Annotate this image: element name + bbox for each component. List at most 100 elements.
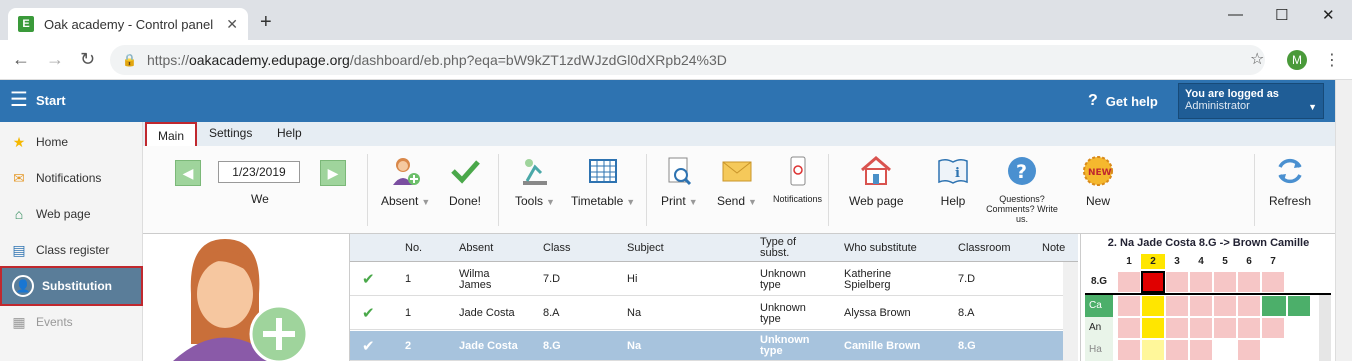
weekday-label: We [251,192,269,206]
maximize-icon[interactable]: ☐ [1275,6,1288,24]
new-button[interactable]: NEW New [1081,154,1115,208]
grid-cell[interactable] [1189,271,1213,293]
notifications-button[interactable]: Notifications [773,154,822,204]
previous-day-button[interactable]: ◀ [175,160,201,186]
date-field[interactable]: 1/23/2019 [218,161,300,183]
col-absent[interactable]: Absent [459,234,493,262]
print-label: Print [661,194,686,208]
grid-cell[interactable] [1261,317,1285,339]
browser-tab[interactable]: E Oak academy - Control panel ✕ [8,8,248,40]
sidebar-item-events[interactable]: ▦ Events [0,304,143,340]
lock-icon: 🔒 [122,53,137,67]
user-menu[interactable]: You are logged as Administrator ▼ [1178,83,1324,119]
web-page-button[interactable]: Web page [849,154,904,208]
grid-cell[interactable] [1237,271,1261,293]
grid-scrollbar[interactable] [1319,295,1331,361]
bookmark-star-icon[interactable]: ☆ [1250,49,1264,69]
grid-cell[interactable] [1165,339,1189,361]
grid-cell[interactable] [1189,295,1213,317]
minimize-icon[interactable]: — [1228,6,1243,23]
refresh-button[interactable]: Refresh [1269,154,1311,208]
grid-cell[interactable] [1165,317,1189,339]
tools-button[interactable]: Tools ▼ [515,154,555,208]
col-type[interactable]: Type of subst. [760,234,820,262]
grid-cell[interactable] [1237,339,1261,361]
col-who[interactable]: Who substitute [844,234,917,262]
grid-cell[interactable] [1213,295,1237,317]
grid-cell[interactable] [1189,339,1213,361]
grid-cell[interactable] [1189,317,1213,339]
cell-class: 7.D [543,273,561,285]
sidebar-item-label: Events [36,315,73,329]
grid-cell[interactable] [1237,317,1261,339]
sidebar-item-home[interactable]: ★ Home [0,124,143,160]
forward-icon[interactable]: → [46,50,64,68]
grid-cell[interactable] [1117,271,1141,293]
hamburger-menu-icon[interactable]: ☰ [10,90,28,110]
table-header: No. Absent Class Subject Type of subst. … [350,234,1078,262]
edupage-favicon-icon: E [18,16,34,32]
grid-cell[interactable] [1141,317,1165,339]
absent-button[interactable]: Absent ▼ [381,154,430,208]
new-tab-icon[interactable]: + [260,12,272,32]
reload-icon[interactable]: ↻ [80,50,95,68]
questions-button[interactable]: ? Questions? Comments? Write us. [986,154,1058,224]
page-scrollbar[interactable] [1335,80,1352,361]
browser-menu-icon[interactable]: ⋮ [1324,50,1340,70]
send-button[interactable]: Send ▼ [717,154,757,208]
tab-main[interactable]: Main [145,122,197,148]
sidebar-item-class-register[interactable]: ▤ Class register [0,232,143,268]
notifications-label: Notifications [773,194,823,204]
grid-cell[interactable] [1117,339,1141,361]
dropdown-arrow-icon: ▼ [626,197,636,207]
tab-help[interactable]: Help [277,126,302,140]
col-subject[interactable]: Subject [627,234,664,262]
grid-cell[interactable] [1261,295,1287,317]
period-number: 6 [1246,256,1252,267]
col-classroom[interactable]: Classroom [958,234,1011,262]
url-scheme: https:// [146,52,189,68]
grid-cell[interactable] [1213,339,1237,361]
start-label[interactable]: Start [36,93,66,108]
help-button[interactable]: i Help [936,154,970,208]
sidebar-item-notifications[interactable]: ✉ Notifications [0,160,143,196]
profile-avatar[interactable]: M [1287,50,1307,70]
grid-cell[interactable] [1237,295,1261,317]
table-row[interactable]: ✔ 1 Wilma James 7.D Hi Unknown type Kath… [350,263,1063,296]
table-row-selected[interactable]: ✔ 2 Jade Costa 8.G Na Unknown type Camil… [350,331,1063,361]
grid-cell[interactable] [1213,317,1237,339]
close-window-icon[interactable]: ✕ [1322,6,1335,24]
cell-class: 8.A [543,307,560,319]
grid-cell[interactable] [1165,271,1189,293]
grid-cell[interactable] [1213,271,1237,293]
col-class[interactable]: Class [543,234,571,262]
grid-row-label: An [1085,317,1113,339]
col-no[interactable]: No. [405,234,422,262]
get-help-button[interactable]: ? Get help [1088,92,1158,110]
col-note[interactable]: Note [1042,234,1065,262]
grid-cell[interactable] [1165,295,1189,317]
table-row[interactable]: ✔ 1 Jade Costa 8.A Na Unknown type Alyss… [350,297,1063,330]
refresh-icon [1273,154,1307,188]
grid-cell[interactable] [1261,271,1285,293]
period-number: 7 [1270,256,1276,267]
done-button[interactable]: Done! [448,154,482,208]
print-button[interactable]: Print ▼ [661,154,698,208]
next-day-button[interactable]: ▶ [320,160,346,186]
grid-cell[interactable] [1141,295,1165,317]
sidebar-item-web-page[interactable]: ⌂ Web page [0,196,143,232]
sidebar-item-substitution[interactable]: 👤 Substitution [0,266,143,306]
house-icon [859,154,893,188]
close-tab-icon[interactable]: ✕ [226,16,238,33]
url-field[interactable]: 🔒 https://oakacademy.edupage.org/dashboa… [110,45,1265,75]
grid-cell[interactable] [1117,295,1141,317]
grid-cell[interactable] [1287,295,1311,317]
timetable-button[interactable]: Timetable ▼ [571,154,635,208]
sidebar-item-label: Home [36,135,69,149]
tab-settings[interactable]: Settings [209,126,252,140]
grid-cell[interactable] [1141,339,1165,361]
table-scrollbar[interactable] [1063,262,1078,361]
back-icon[interactable]: ← [12,50,30,68]
grid-cell-selected[interactable] [1141,271,1165,293]
grid-cell[interactable] [1117,317,1141,339]
